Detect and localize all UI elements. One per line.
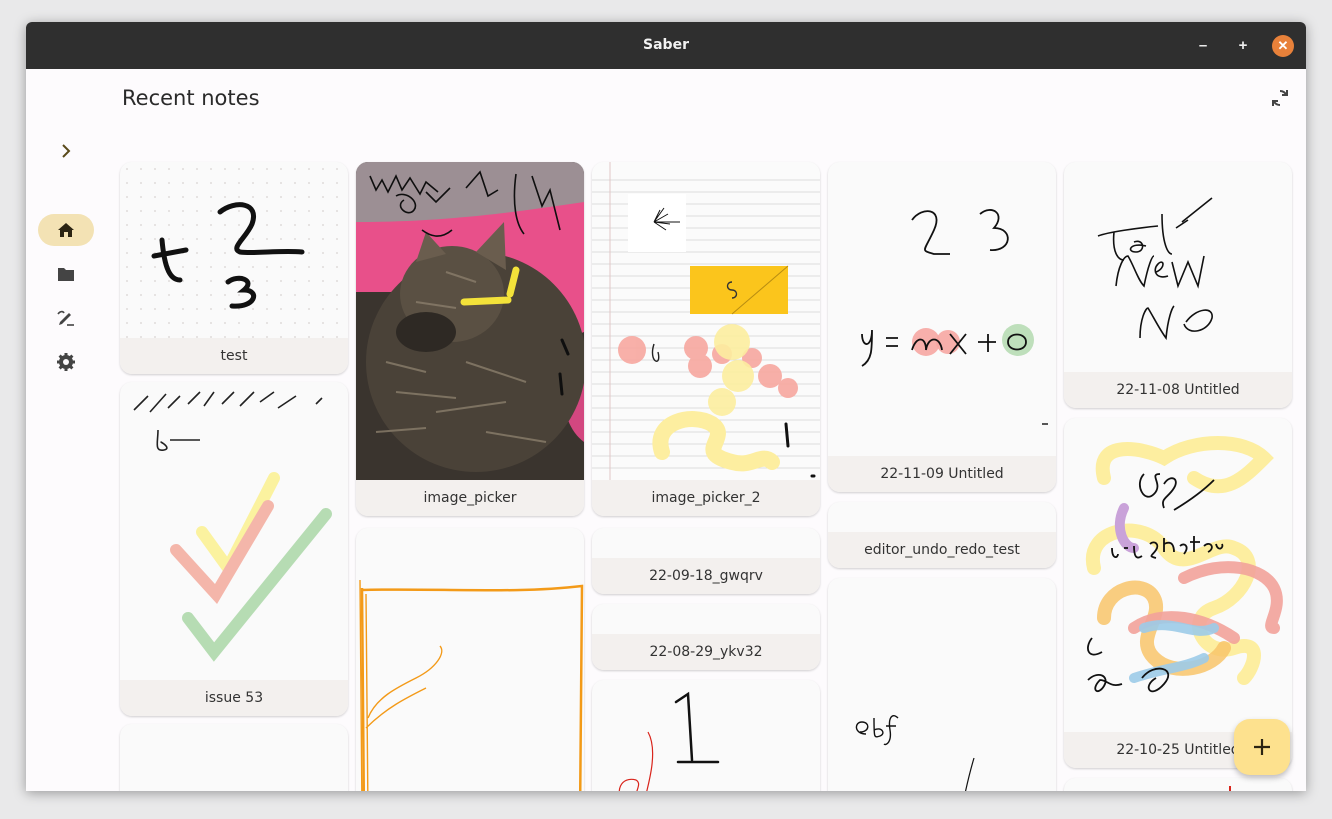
nav-browse[interactable] bbox=[38, 258, 94, 290]
note-card-partial[interactable] bbox=[1064, 778, 1292, 791]
note-preview bbox=[861, 209, 1048, 425]
settings-icon bbox=[57, 353, 75, 371]
title-bar: Saber – + ✕ bbox=[26, 22, 1306, 69]
note-preview bbox=[120, 162, 348, 338]
note-title: 22-09-18_gwqrv bbox=[592, 558, 820, 594]
window-title: Saber bbox=[643, 37, 689, 53]
expand-rail-chevron-icon[interactable] bbox=[56, 141, 76, 161]
note-preview bbox=[592, 162, 820, 480]
note-title: 22-08-29_ykv32 bbox=[592, 634, 820, 670]
note-title: 22-11-08 Untitled bbox=[1064, 372, 1292, 408]
note-card-one[interactable] bbox=[592, 680, 820, 791]
plus-icon bbox=[1254, 739, 1270, 755]
minimize-button[interactable]: – bbox=[1192, 35, 1214, 57]
note-preview bbox=[359, 579, 584, 791]
note-card-editor-undo-redo-test[interactable]: editor_undo_redo_test bbox=[828, 502, 1056, 568]
page-title: Recent notes bbox=[122, 86, 260, 110]
note-title: image_picker bbox=[356, 480, 584, 516]
note-title: editor_undo_redo_test bbox=[828, 532, 1056, 568]
note-card-image-picker-2[interactable]: image_picker_2 bbox=[592, 162, 820, 516]
sync-icon[interactable] bbox=[1268, 86, 1292, 110]
note-card-test[interactable]: test bbox=[120, 162, 348, 374]
note-card-22-11-09[interactable]: 22-11-09 Untitled bbox=[828, 162, 1056, 492]
folder-icon bbox=[58, 268, 74, 281]
note-card-22-10-25[interactable]: 22-10-25 Untitled bbox=[1064, 418, 1292, 768]
maximize-button[interactable]: + bbox=[1232, 35, 1254, 57]
nav-whiteboard[interactable] bbox=[38, 302, 94, 334]
note-card-ykv32[interactable]: 22-08-29_ykv32 bbox=[592, 604, 820, 670]
note-card-issue-53[interactable]: issue 53 bbox=[120, 382, 348, 716]
note-preview bbox=[855, 714, 975, 791]
note-card-ebf[interactable] bbox=[828, 578, 1056, 791]
note-preview bbox=[1229, 786, 1231, 791]
note-card-blank[interactable] bbox=[120, 724, 348, 791]
note-card-orange-frame[interactable] bbox=[356, 528, 584, 791]
note-card-image-picker[interactable]: image_picker bbox=[356, 162, 584, 516]
note-preview bbox=[133, 391, 332, 662]
note-title: issue 53 bbox=[120, 680, 348, 716]
whiteboard-icon bbox=[57, 310, 74, 326]
close-button[interactable]: ✕ bbox=[1272, 35, 1294, 57]
app-window: Saber – + ✕ Recent notes test issue 53 i… bbox=[26, 22, 1306, 791]
main-content: Recent notes test issue 53 image_picker … bbox=[26, 69, 1306, 791]
home-icon bbox=[58, 223, 74, 237]
nav-settings[interactable] bbox=[38, 346, 94, 378]
note-preview bbox=[356, 162, 584, 480]
note-title: test bbox=[120, 338, 348, 374]
note-card-22-11-08[interactable]: 22-11-08 Untitled bbox=[1064, 162, 1292, 408]
note-title: image_picker_2 bbox=[592, 480, 820, 516]
note-card-gwqrv[interactable]: 22-09-18_gwqrv bbox=[592, 528, 820, 594]
new-note-button[interactable] bbox=[1234, 719, 1290, 775]
nav-home[interactable] bbox=[38, 214, 94, 246]
note-title: 22-11-09 Untitled bbox=[828, 456, 1056, 492]
note-preview bbox=[1097, 197, 1213, 341]
note-preview bbox=[618, 691, 720, 791]
note-preview bbox=[1085, 436, 1283, 693]
